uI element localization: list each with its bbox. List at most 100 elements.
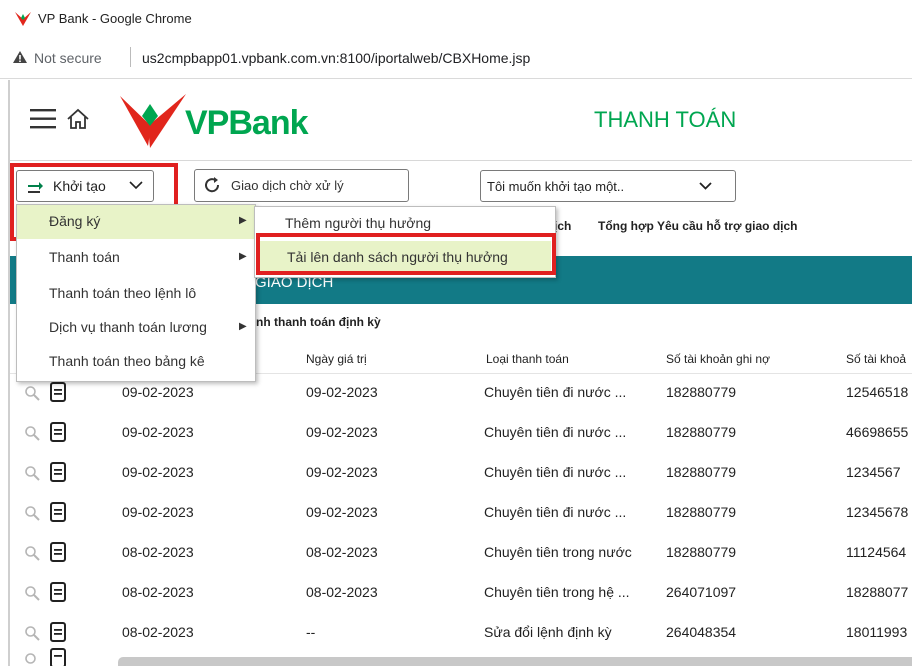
table-row[interactable]: 09-02-2023 09-02-2023 Chuyên tiên đi nướ… xyxy=(10,412,912,452)
pending-label: Giao dịch chờ xử lý xyxy=(231,178,344,193)
col-header-debit-account[interactable]: Số tài khoản ghi nợ xyxy=(666,352,770,366)
warning-icon[interactable] xyxy=(12,50,28,64)
cell-account: 12546518 xyxy=(846,384,909,400)
quick-create-value: Tôi muốn khởi tạo một.. xyxy=(487,179,625,194)
vpbank-logo-icon[interactable] xyxy=(118,90,188,152)
menu-item-batch-payment-label: Thanh toán theo lệnh lô xyxy=(49,285,197,301)
magnifier-icon[interactable] xyxy=(24,585,40,601)
document-icon[interactable] xyxy=(50,502,66,522)
toolbar-link-partial[interactable]: ịch xyxy=(554,219,571,233)
cell-debit-account: 264071097 xyxy=(666,584,737,600)
home-icon[interactable] xyxy=(66,107,90,131)
cell-value-date: 08-02-2023 xyxy=(306,544,378,560)
cell-account: 18011993 xyxy=(846,624,908,640)
toolbar-link-support-summary[interactable]: Tổng hợp Yêu cầu hỗ trợ giao dịch xyxy=(598,219,798,233)
menu-item-payment[interactable]: Thanh toán ▶ xyxy=(17,241,255,275)
document-icon[interactable] xyxy=(50,582,66,602)
cell-date: 09-02-2023 xyxy=(122,504,194,520)
col-header-account[interactable]: Số tài khoả xyxy=(846,352,906,366)
document-icon[interactable] xyxy=(50,648,66,666)
page-title: THANH TOÁN xyxy=(594,107,737,132)
cell-date: 08-02-2023 xyxy=(122,584,194,600)
magnifier-icon[interactable] xyxy=(24,385,40,401)
cell-account: 18288077 xyxy=(846,584,909,600)
create-dropdown-menu: Đăng ký ▶ Thanh toán ▶ Thanh toán theo l… xyxy=(16,204,256,382)
cell-payment-type: Chuyên tiên đi nước ... xyxy=(484,384,627,400)
cell-debit-account: 182880779 xyxy=(666,544,737,560)
document-icon[interactable] xyxy=(50,542,66,562)
cell-date: 09-02-2023 xyxy=(122,464,194,480)
submenu-add-beneficiary-label: Thêm người thụ hưởng xyxy=(285,215,432,231)
table-row[interactable]: 09-02-2023 09-02-2023 Chuyên tiên đi nướ… xyxy=(10,492,912,532)
address-divider xyxy=(130,47,131,67)
cell-payment-type: Chuyên tiên đi nước ... xyxy=(484,464,627,480)
table-row[interactable]: 08-02-2023 08-02-2023 Chuyên tiên trong … xyxy=(10,572,912,612)
cell-payment-type: Chuyên tiên đi nước ... xyxy=(484,504,627,520)
menu-item-statement-payment-label: Thanh toán theo bảng kê xyxy=(49,353,205,369)
document-icon[interactable] xyxy=(50,622,66,642)
address-bar[interactable]: Not secure us2cmpbapp01.vpbank.com.vn:81… xyxy=(0,38,912,79)
menu-item-payment-label: Thanh toán xyxy=(49,249,120,265)
menu-item-payroll-service[interactable]: Dịch vụ thanh toán lương ▶ xyxy=(17,311,255,345)
magnifier-icon[interactable] xyxy=(24,545,40,561)
menu-item-batch-payment[interactable]: Thanh toán theo lệnh lô xyxy=(17,277,255,311)
cell-debit-account: 182880779 xyxy=(666,464,737,480)
cell-account: 12345678 xyxy=(846,504,909,520)
cell-value-date: 09-02-2023 xyxy=(306,504,378,520)
caret-right-icon: ▶ xyxy=(239,321,247,332)
cell-account: 46698655 xyxy=(846,424,909,440)
vpbank-logo-text[interactable]: VPBank xyxy=(185,104,308,143)
col-header-value-date[interactable]: Ngày giá trị xyxy=(306,352,367,366)
cell-date: 09-02-2023 xyxy=(122,424,194,440)
pending-transactions-button[interactable]: Giao dịch chờ xử lý xyxy=(194,169,409,202)
table-row[interactable]: 08-02-2023 08-02-2023 Chuyên tiên trong … xyxy=(10,532,912,572)
cell-payment-type: Chuyên tiên trong nước xyxy=(484,544,632,560)
col-header-payment-type[interactable]: Loại thanh toán xyxy=(486,352,569,366)
magnifier-icon[interactable] xyxy=(24,425,40,441)
menu-item-payroll-service-label: Dịch vụ thanh toán lương xyxy=(49,319,207,335)
app-header: VPBank THANH TOÁN xyxy=(10,80,912,161)
horizontal-scrollbar[interactable] xyxy=(118,657,912,666)
menu-item-register[interactable]: Đăng ký ▶ xyxy=(17,205,255,239)
magnifier-icon[interactable] xyxy=(24,465,40,481)
cell-account: 11124564 xyxy=(846,544,907,560)
menu-item-register-label: Đăng ký xyxy=(49,213,101,229)
cell-value-date: 09-02-2023 xyxy=(306,464,378,480)
refresh-icon xyxy=(205,177,220,193)
menu-item-statement-payment[interactable]: Thanh toán theo bảng kê xyxy=(17,345,255,379)
cell-value-date: -- xyxy=(306,624,316,640)
magnifier-icon[interactable] xyxy=(24,625,40,641)
cell-value-date: 08-02-2023 xyxy=(306,584,378,600)
cell-debit-account: 264048354 xyxy=(666,624,737,640)
caret-right-icon: ▶ xyxy=(239,251,247,262)
window-title: VP Bank - Google Chrome xyxy=(38,11,192,26)
table-row[interactable]: 08-02-2023 -- Sửa đổi lệnh định kỳ 26404… xyxy=(10,612,912,652)
cell-date: 08-02-2023 xyxy=(122,624,194,640)
quick-create-select[interactable]: Tôi muốn khởi tạo một.. xyxy=(480,170,736,202)
caret-right-icon: ▶ xyxy=(239,215,247,226)
cell-payment-type: Chuyên tiên đi nước ... xyxy=(484,424,627,440)
cell-value-date: 09-02-2023 xyxy=(306,424,378,440)
upload-highlight-box xyxy=(256,233,556,275)
document-icon[interactable] xyxy=(50,422,66,442)
cell-debit-account: 182880779 xyxy=(666,424,737,440)
chevron-down-icon xyxy=(699,182,712,190)
security-label[interactable]: Not secure xyxy=(34,50,102,66)
cell-debit-account: 182880779 xyxy=(666,384,737,400)
cell-account: 1234567 xyxy=(846,464,901,480)
document-icon[interactable] xyxy=(50,462,66,482)
cell-payment-type: Sửa đổi lệnh định kỳ xyxy=(484,624,612,640)
cell-value-date: 09-02-2023 xyxy=(306,384,378,400)
document-icon[interactable] xyxy=(50,382,66,402)
url-text[interactable]: us2cmpbapp01.vpbank.com.vn:8100/iportalw… xyxy=(142,50,530,66)
cell-date: 09-02-2023 xyxy=(122,384,194,400)
cell-date: 08-02-2023 xyxy=(122,544,194,560)
table-row[interactable]: 09-02-2023 09-02-2023 Chuyên tiên đi nướ… xyxy=(10,452,912,492)
window-titlebar: VP Bank - Google Chrome xyxy=(0,0,912,39)
subtab-recurring-payment[interactable]: nh thanh toán định kỳ xyxy=(256,315,381,329)
vpbank-favicon-icon xyxy=(15,12,31,26)
magnifier-icon[interactable] xyxy=(24,505,40,521)
cell-payment-type: Chuyên tiên trong hệ ... xyxy=(484,584,630,600)
magnifier-icon[interactable] xyxy=(24,652,40,666)
hamburger-menu-icon[interactable] xyxy=(30,108,56,130)
